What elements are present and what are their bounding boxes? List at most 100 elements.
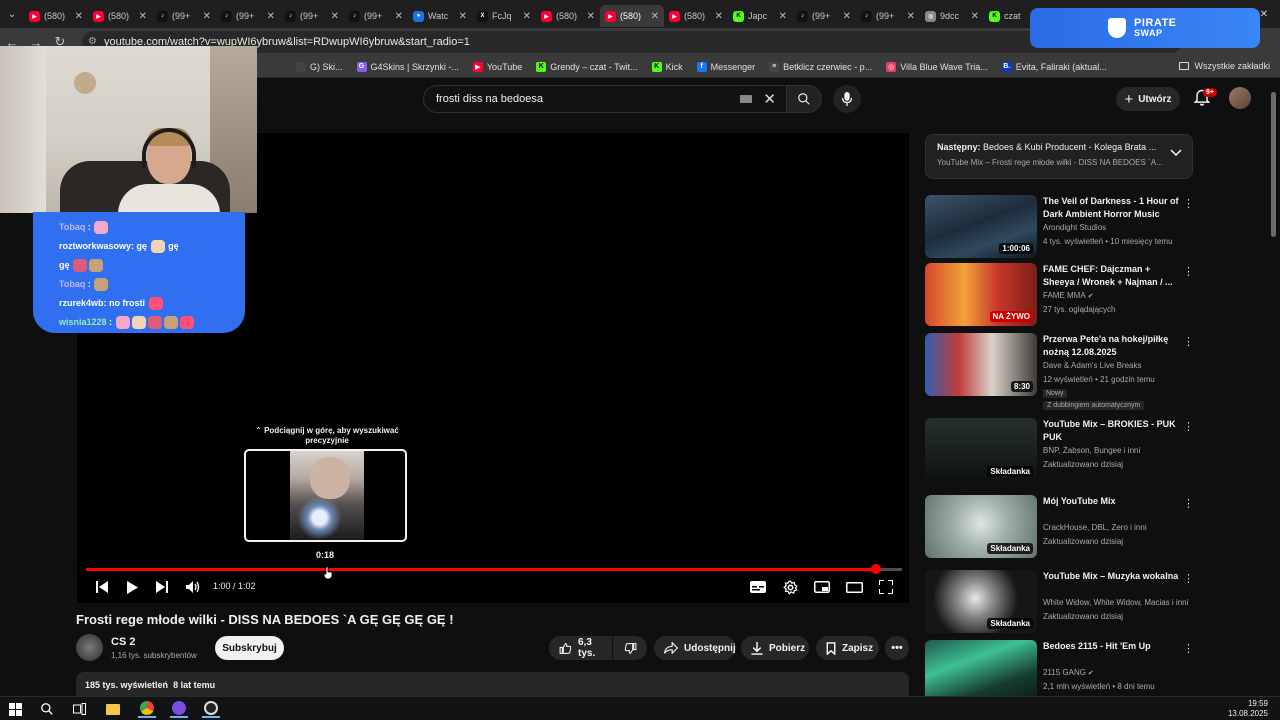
close-tab-icon[interactable]: ✕ xyxy=(523,11,531,22)
recommended-video[interactable]: NA ŻYWO FAME CHEF: Dajczman + Sheeya / Wr… xyxy=(925,263,1194,327)
browser-tab[interactable]: ▶ (580) ✕ xyxy=(24,5,88,27)
recommended-video[interactable]: Składanka YouTube Mix – Muzyka wokalna Whi… xyxy=(925,570,1194,634)
video-title[interactable]: Mój YouTube Mix xyxy=(1043,495,1183,508)
up-next-panel[interactable]: Następny: Bedoes & Kubi Producent - Kole… xyxy=(925,134,1193,179)
bookmark-item[interactable]: ◎ Villa Blue Wave Tria... xyxy=(886,61,988,72)
close-tab-icon[interactable]: ✕ xyxy=(971,11,979,22)
subtitles-button[interactable] xyxy=(748,578,768,596)
share-button[interactable]: Udostępnij xyxy=(654,636,736,660)
channel-name[interactable]: CS 2 xyxy=(111,636,135,648)
more-vertical-icon[interactable]: ⋮ xyxy=(1183,265,1194,278)
windows-start-icon[interactable] xyxy=(6,700,24,718)
chevron-down-icon[interactable] xyxy=(1170,149,1182,157)
video-thumbnail[interactable]: 8:30 xyxy=(925,333,1037,396)
close-tab-icon[interactable]: ✕ xyxy=(907,11,915,22)
close-tab-icon[interactable]: ✕ xyxy=(587,11,595,22)
bookmark-item[interactable]: K Grendy – czat - Twit... xyxy=(536,61,638,72)
more-vertical-icon[interactable]: ⋮ xyxy=(1183,420,1194,433)
video-thumbnail[interactable]: Składanka xyxy=(925,495,1037,558)
system-clock[interactable]: 19:59 13.08.2025 xyxy=(1228,699,1268,719)
account-avatar[interactable] xyxy=(1229,87,1251,109)
browser-tab[interactable]: ♪ (99+ ✕ xyxy=(152,5,216,27)
close-tab-icon[interactable]: ✕ xyxy=(267,11,275,22)
more-vertical-icon[interactable]: ⋮ xyxy=(1183,197,1194,210)
search-button[interactable] xyxy=(786,85,822,113)
close-tab-icon[interactable]: ✕ xyxy=(395,11,403,22)
recommended-video[interactable]: 8:30 Przerwa Pete'a na hokej/piłkę nożną … xyxy=(925,333,1194,410)
progress-bar[interactable] xyxy=(86,564,902,574)
bookmark-item[interactable]: G G4Skins | Skrzynki -... xyxy=(356,61,459,72)
browser-tab[interactable]: ♪ (99+ ✕ xyxy=(280,5,344,27)
like-button[interactable]: 6,3 tys. xyxy=(549,636,612,660)
theater-mode-button[interactable] xyxy=(844,578,864,596)
all-bookmarks-button[interactable]: Wszystkie zakładki xyxy=(1179,61,1270,71)
recommended-video[interactable]: Składanka Mój YouTube Mix CrackHouse, DBL,… xyxy=(925,495,1194,559)
close-tab-icon[interactable]: ✕ xyxy=(203,11,211,22)
browser-tab[interactable]: ● Watc ✕ xyxy=(408,5,472,27)
volume-button[interactable] xyxy=(183,578,203,596)
browser-tab[interactable]: ▶ (580) ✕ xyxy=(664,5,728,27)
recommended-video[interactable]: 1:00:06 The Veil of Darkness - 1 Hour of … xyxy=(925,195,1194,259)
bookmark-item[interactable]: ▶ YouTube xyxy=(472,61,522,72)
browser-tab[interactable]: ♪ (99+ ✕ xyxy=(216,5,280,27)
video-title[interactable]: YouTube Mix – Muzyka wokalna xyxy=(1043,570,1183,583)
video-thumbnail[interactable]: 1:00:06 xyxy=(925,195,1037,258)
subscribe-button[interactable]: Subskrybuj xyxy=(215,636,284,660)
pirate-swap-ad[interactable]: PIRATE SWAP xyxy=(1030,8,1260,48)
bookmark-item[interactable]: G) Ski... xyxy=(296,61,343,72)
more-vertical-icon[interactable]: ⋮ xyxy=(1183,572,1194,585)
obs-icon[interactable] xyxy=(202,700,220,718)
browser-tab[interactable]: ♪ (99+ ✕ xyxy=(856,5,920,27)
channel-avatar[interactable] xyxy=(76,634,103,661)
previous-video-button[interactable] xyxy=(92,578,112,596)
download-button[interactable]: Pobierz xyxy=(741,636,809,660)
bookmark-item[interactable]: ≡ Betklicz czerwiec - p... xyxy=(769,61,872,72)
streaming-app-icon[interactable] xyxy=(170,700,188,718)
browser-tab[interactable]: ▶ (580) ✕ xyxy=(600,5,664,27)
miniplayer-button[interactable] xyxy=(812,578,832,596)
task-view-icon[interactable] xyxy=(70,700,88,718)
bookmark-item[interactable]: f Messenger xyxy=(696,61,755,72)
video-thumbnail[interactable]: Składanka xyxy=(925,570,1037,633)
recommended-video[interactable]: Składanka YouTube Mix – BROKIES - PUK PUK… xyxy=(925,418,1194,482)
page-scrollbar[interactable] xyxy=(1271,92,1276,237)
keyboard-icon[interactable] xyxy=(740,95,752,103)
chrome-icon[interactable] xyxy=(138,700,156,718)
video-title[interactable]: Przerwa Pete'a na hokej/piłkę nożną 12.0… xyxy=(1043,333,1183,359)
fullscreen-button[interactable] xyxy=(876,578,896,596)
more-vertical-icon[interactable]: ⋮ xyxy=(1183,335,1194,348)
video-thumbnail[interactable] xyxy=(925,640,1037,703)
progress-scrubber-handle[interactable] xyxy=(870,564,881,574)
file-explorer-icon[interactable] xyxy=(104,700,122,718)
create-button[interactable]: + Utwórz xyxy=(1116,87,1180,111)
dislike-button[interactable] xyxy=(613,636,647,660)
clear-search-icon[interactable]: ✕ xyxy=(763,90,776,108)
close-tab-icon[interactable]: ✕ xyxy=(139,11,147,22)
more-actions-button[interactable]: ••• xyxy=(885,636,909,660)
video-thumbnail[interactable]: Składanka xyxy=(925,418,1037,481)
video-title[interactable]: YouTube Mix – BROKIES - PUK PUK xyxy=(1043,418,1183,444)
voice-search-button[interactable] xyxy=(833,85,861,113)
browser-tab[interactable]: ♪ (99+ ✕ xyxy=(344,5,408,27)
video-title[interactable]: Bedoes 2115 - Hit 'Em Up xyxy=(1043,640,1183,653)
close-tab-icon[interactable]: ✕ xyxy=(651,11,659,22)
browser-tab[interactable]: ◍ 9dcc ✕ xyxy=(920,5,984,27)
close-tab-icon[interactable]: ✕ xyxy=(779,11,787,22)
video-title[interactable]: FAME CHEF: Dajczman + Sheeya / Wronek + … xyxy=(1043,263,1183,289)
bookmark-item[interactable]: K Kick xyxy=(651,61,683,72)
close-tab-icon[interactable]: ✕ xyxy=(715,11,723,22)
taskbar-search-icon[interactable] xyxy=(38,700,56,718)
play-button[interactable] xyxy=(122,578,142,596)
browser-tab[interactable]: K Japc ✕ xyxy=(728,5,792,27)
search-input[interactable]: frosti diss na bedoesa ✕ xyxy=(423,85,787,113)
tab-search-chevron-icon[interactable]: ⌄ xyxy=(0,0,24,28)
more-vertical-icon[interactable]: ⋮ xyxy=(1183,642,1194,655)
close-tab-icon[interactable]: ✕ xyxy=(459,11,467,22)
video-thumbnail[interactable]: NA ŻYWO xyxy=(925,263,1037,326)
close-tab-icon[interactable]: ✕ xyxy=(843,11,851,22)
browser-tab[interactable]: ▶ (580) ✕ xyxy=(536,5,600,27)
browser-tab[interactable]: X FcJq ✕ xyxy=(472,5,536,27)
next-video-button[interactable] xyxy=(151,578,171,596)
more-vertical-icon[interactable]: ⋮ xyxy=(1183,497,1194,510)
close-tab-icon[interactable]: ✕ xyxy=(331,11,339,22)
